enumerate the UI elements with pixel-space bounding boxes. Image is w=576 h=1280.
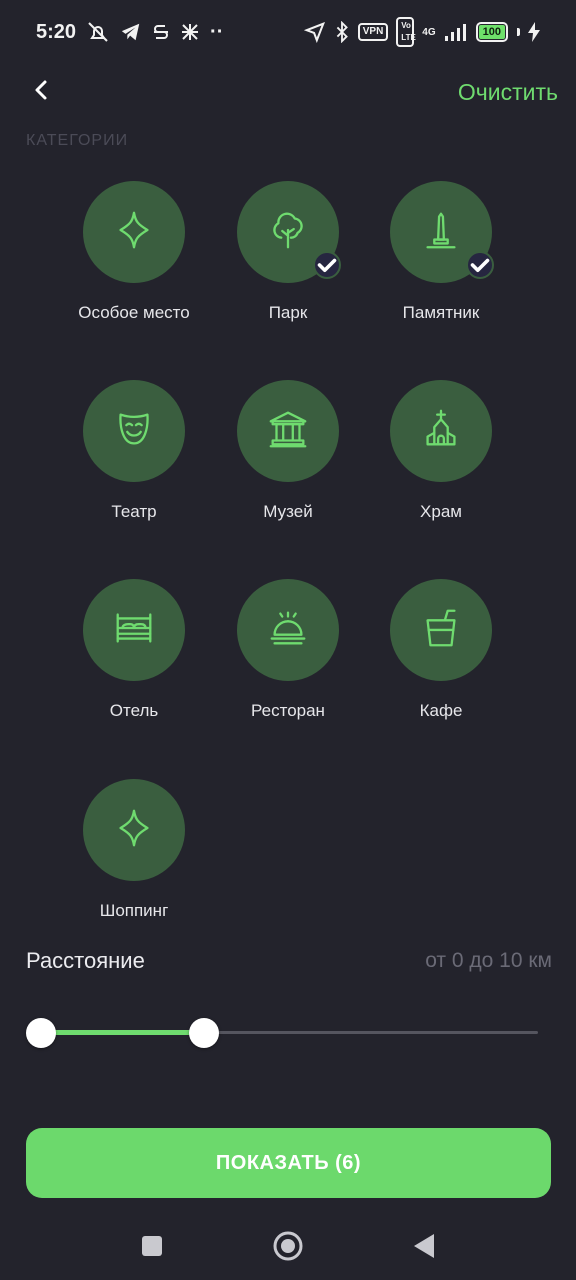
status-more-dots: ··: [210, 20, 224, 43]
charging-icon: [528, 22, 540, 42]
tree-icon: [265, 207, 311, 258]
sparkle-icon: [111, 207, 157, 258]
battery-level: 100: [478, 25, 505, 39]
bluetooth-icon: [334, 21, 350, 43]
slider-handle-max[interactable]: [189, 1018, 220, 1048]
category-monument[interactable]: Памятник: [364, 181, 518, 323]
category-circle: [237, 181, 341, 283]
distance-range-slider[interactable]: [26, 1010, 538, 1056]
distance-row: Расстояние от 0 до 10 км: [26, 948, 552, 974]
distance-value: от 0 до 10 км: [425, 949, 552, 972]
check-icon: [470, 258, 490, 273]
status-right: VPN Vo LTE 4G 100: [303, 17, 540, 47]
status-left: 5:20 ··: [36, 20, 223, 44]
category-label: Ресторан: [251, 701, 325, 720]
slider-handle-min[interactable]: [26, 1018, 56, 1048]
category-special-place[interactable]: Особое место: [57, 181, 211, 323]
category-label: Памятник: [402, 303, 480, 322]
system-nav-bar: [0, 1216, 576, 1280]
category-park[interactable]: Парк: [211, 181, 365, 323]
category-label: Парк: [268, 303, 308, 322]
home-circle-icon: [272, 1230, 304, 1267]
volte-badge: Vo LTE: [396, 17, 416, 47]
monument-icon: [418, 207, 464, 258]
app-s-icon: [152, 22, 170, 42]
cloche-icon: [265, 605, 311, 656]
category-label: Отель: [109, 701, 159, 720]
category-circle: [390, 181, 494, 283]
category-circle: [83, 181, 185, 283]
chevron-left-icon: [31, 79, 53, 106]
location-arrow-icon: [303, 21, 326, 43]
triangle-back-icon: [412, 1233, 436, 1264]
selected-check-badge: [466, 251, 494, 279]
category-circle: [390, 380, 492, 482]
clear-button[interactable]: Очистить: [458, 79, 558, 106]
category-circle: [237, 579, 339, 681]
home-button[interactable]: [270, 1230, 306, 1266]
category-label: Шоппинг: [99, 901, 169, 920]
slider-fill: [41, 1030, 205, 1035]
selected-check-badge: [313, 251, 341, 279]
drink-cup-icon: [418, 605, 464, 656]
category-label: Театр: [111, 502, 157, 521]
app-pattern-icon: [180, 22, 200, 42]
category-restaurant[interactable]: Ресторан: [211, 579, 365, 721]
signal-icon: [444, 22, 468, 42]
category-hotel[interactable]: Отель: [57, 579, 211, 721]
category-circle: [237, 380, 339, 482]
back-button[interactable]: [22, 72, 62, 112]
square-icon: [141, 1235, 163, 1262]
category-temple[interactable]: Храм: [364, 380, 518, 522]
status-bar: 5:20 ·· VPN Vo LTE 4G 100: [0, 0, 576, 64]
header: Очистить: [0, 64, 576, 120]
museum-icon: [265, 406, 311, 457]
category-theater[interactable]: Театр: [57, 380, 211, 522]
vpn-badge: VPN: [357, 23, 389, 41]
theater-mask-icon: [111, 406, 157, 457]
category-circle: [83, 380, 185, 482]
status-time: 5:20: [36, 20, 77, 43]
alarm-off-icon: [86, 20, 110, 44]
bed-icon: [111, 605, 157, 656]
category-circle: [83, 579, 185, 681]
check-icon: [317, 258, 337, 273]
category-cafe[interactable]: Кафе: [364, 579, 518, 721]
telegram-icon: [120, 21, 142, 43]
category-label: Музей: [263, 502, 313, 521]
distance-title: Расстояние: [26, 948, 145, 973]
battery-indicator: 100: [475, 22, 508, 42]
network-type: 4G: [422, 26, 436, 38]
back-nav-button[interactable]: [406, 1230, 442, 1266]
church-icon: [418, 406, 464, 457]
category-circle: [83, 779, 185, 881]
category-label: Храм: [420, 502, 462, 521]
section-label-categories: КАТЕГОРИИ: [26, 132, 129, 149]
battery-tip: [517, 28, 520, 36]
category-shopping[interactable]: Шоппинг: [57, 779, 211, 921]
category-label: Кафе: [419, 701, 463, 720]
sparkle-icon: [111, 805, 157, 856]
category-museum[interactable]: Музей: [211, 380, 365, 522]
recents-button[interactable]: [134, 1230, 170, 1266]
category-circle: [390, 579, 492, 681]
category-label: Особое место: [78, 303, 190, 322]
show-results-button[interactable]: ПОКАЗАТЬ (6): [26, 1128, 551, 1198]
